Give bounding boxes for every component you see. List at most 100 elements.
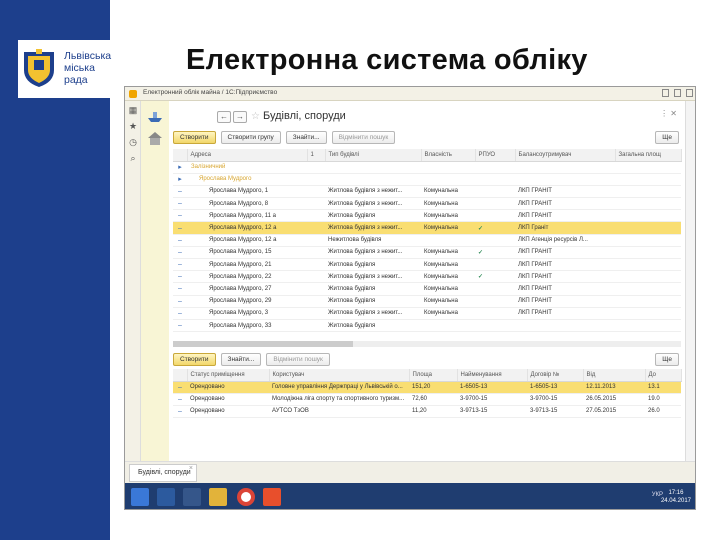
address-cell: Ярослава Мудрого <box>187 173 307 186</box>
building-type-cell: Житлова будівля <box>325 209 421 223</box>
create-button[interactable]: Створити <box>173 131 216 144</box>
column-header[interactable]: 1 <box>307 149 326 162</box>
column-header[interactable] <box>173 369 188 382</box>
vertical-scrollbar[interactable] <box>685 101 695 461</box>
to-cell: 26.0 <box>645 405 681 419</box>
table-row[interactable]: – Ярослава Мудрого, 1 Житлова будівля з не… <box>173 185 681 199</box>
column-header[interactable]: Найменування <box>457 369 528 382</box>
start-icon[interactable] <box>131 488 149 506</box>
balance-holder-cell <box>515 319 615 333</box>
num-cell <box>307 209 325 223</box>
balance-holder-cell <box>515 161 615 174</box>
to-cell: 19.0 <box>645 393 681 406</box>
table-row[interactable]: – Орендовано Молодіжна ліга спорту та спор… <box>173 393 681 406</box>
file-explorer-icon[interactable] <box>209 488 227 506</box>
back-button[interactable]: ← <box>217 111 231 123</box>
tab-close-icon[interactable]: × <box>189 461 193 477</box>
1c-app-icon[interactable] <box>263 488 281 506</box>
minimize-icon[interactable] <box>662 89 669 97</box>
num-cell <box>307 270 325 284</box>
ownership-cell: Комунальна <box>421 258 475 272</box>
chrome-icon[interactable] <box>237 488 255 506</box>
form-title: Будівлі, споруди <box>263 110 346 122</box>
rpuo-check-cell <box>475 295 515 308</box>
horizontal-scrollbar[interactable] <box>173 341 681 347</box>
cancel-search-button[interactable]: Відмінити пошук <box>331 131 396 144</box>
column-header[interactable]: Статус приміщення <box>187 369 270 382</box>
find-button[interactable]: Знайти... <box>285 131 327 144</box>
column-header[interactable]: Адреса <box>187 149 308 162</box>
ownership-cell <box>421 319 475 333</box>
favorite-star-icon[interactable]: ☆ <box>251 111 260 122</box>
ship-icon[interactable] <box>147 109 163 123</box>
find-premise-button[interactable]: Знайти... <box>220 353 262 366</box>
column-header[interactable]: Тип будівлі <box>325 149 422 162</box>
table-row[interactable]: – Ярослава Мудрого, 12 а Житлова будівля з… <box>173 221 681 235</box>
more-button[interactable]: Ще <box>655 131 679 144</box>
num-cell <box>307 282 325 296</box>
address-cell: Ярослава Мудрого, 12 а <box>187 221 307 235</box>
rpuo-check-cell <box>475 161 515 174</box>
logo-line-1: Львівська <box>64 50 112 62</box>
maximize-icon[interactable] <box>674 89 681 97</box>
forward-button[interactable]: → <box>233 111 247 123</box>
clock[interactable]: 17:16 24.04.2017 <box>661 489 691 505</box>
table-row[interactable]: ▸ Залізничний <box>173 161 681 174</box>
item-icon: – <box>173 197 187 211</box>
column-header[interactable]: Балансоутримувач <box>515 149 616 162</box>
rpuo-check-cell <box>475 185 515 199</box>
name-cell: 3-9700-15 <box>457 393 527 406</box>
create-premise-button[interactable]: Створити <box>173 353 216 366</box>
column-header[interactable]: Від <box>583 369 646 382</box>
house-icon[interactable] <box>147 131 163 145</box>
table-row[interactable]: – Ярослава Мудрого, 21 Житлова будівля Кому… <box>173 258 681 272</box>
rpuo-check-cell <box>475 258 515 272</box>
column-header[interactable]: До <box>645 369 682 382</box>
from-cell: 27.05.2015 <box>583 405 645 419</box>
table-row[interactable]: – Ярослава Мудрого, 22 Житлова будівля з н… <box>173 270 681 284</box>
column-header[interactable]: Договір № <box>527 369 584 382</box>
num-cell <box>307 185 325 199</box>
table-row[interactable]: – Ярослава Мудрого, 12 а Нежитлова будівля… <box>173 234 681 247</box>
premises-toolbar: Створити Знайти... Відмінити пошук <box>173 353 330 366</box>
ownership-cell <box>421 173 475 186</box>
app-logo-icon <box>129 90 137 98</box>
table-row[interactable]: ▸ Ярослава Мудрого <box>173 173 681 186</box>
table-row[interactable]: – Ярослава Мудрого, 8 Житлова будівля з не… <box>173 197 681 211</box>
building-type-cell: Житлова будівля <box>325 282 421 296</box>
column-header[interactable]: Загальна площ <box>615 149 682 162</box>
form-menu-icon[interactable]: ⋮ ✕ <box>660 109 677 118</box>
table-row[interactable]: – Ярослава Мудрого, 29 Житлова будівля Кому… <box>173 295 681 308</box>
area-cell: 72,60 <box>409 393 457 406</box>
row-status-icon: – <box>173 405 187 419</box>
status-cell: Орендовано <box>187 381 269 394</box>
table-row[interactable]: – Орендовано АУТСО ТзОВ 11,20 3-9713-15 3-971… <box>173 405 681 419</box>
table-row[interactable]: – Ярослава Мудрого, 27 Житлова будівля Кому… <box>173 282 681 296</box>
column-header[interactable]: Площа <box>409 369 458 382</box>
favorites-star-icon[interactable]: ★ <box>128 121 138 131</box>
area-cell <box>615 161 681 174</box>
user-cell: Головне управління Держпраці у Львівські… <box>269 381 409 394</box>
close-icon[interactable] <box>686 89 693 97</box>
column-header[interactable]: РПУО <box>475 149 516 162</box>
table-row[interactable]: – Ярослава Мудрого, 3 Житлова будівля з не… <box>173 307 681 320</box>
search-icon[interactable]: ⌕ <box>128 153 138 163</box>
contract-cell: 3-9713-15 <box>527 405 583 419</box>
balance-holder-cell: ЛКП Граніт <box>515 221 615 235</box>
create-group-button[interactable]: Створити групу <box>220 131 281 144</box>
column-header-toggle[interactable] <box>173 149 188 162</box>
server-manager-icon[interactable] <box>157 488 175 506</box>
ownership-cell: Комунальна <box>421 197 475 211</box>
menu-grid-icon[interactable]: ▦ <box>128 105 138 115</box>
cancel-premise-search-button[interactable]: Відмінити пошук <box>266 353 330 366</box>
column-header[interactable]: Користувач <box>269 369 410 382</box>
more-button-2[interactable]: Ще <box>655 353 679 366</box>
table-row[interactable]: – Ярослава Мудрого, 33 Житлова будівля <box>173 319 681 333</box>
column-header[interactable]: Власність <box>421 149 476 162</box>
table-row[interactable]: – Орендовано Головне управління Держпраці … <box>173 381 681 394</box>
tab-buildings[interactable]: Будівлі, споруди × <box>129 464 197 482</box>
history-icon[interactable]: ◷ <box>128 137 138 147</box>
powershell-icon[interactable] <box>183 488 201 506</box>
table-row[interactable]: – Ярослава Мудрого, 11 а Житлова будівля Ко… <box>173 209 681 223</box>
table-row[interactable]: – Ярослава Мудрого, 15 Житлова будівля з н… <box>173 246 681 260</box>
